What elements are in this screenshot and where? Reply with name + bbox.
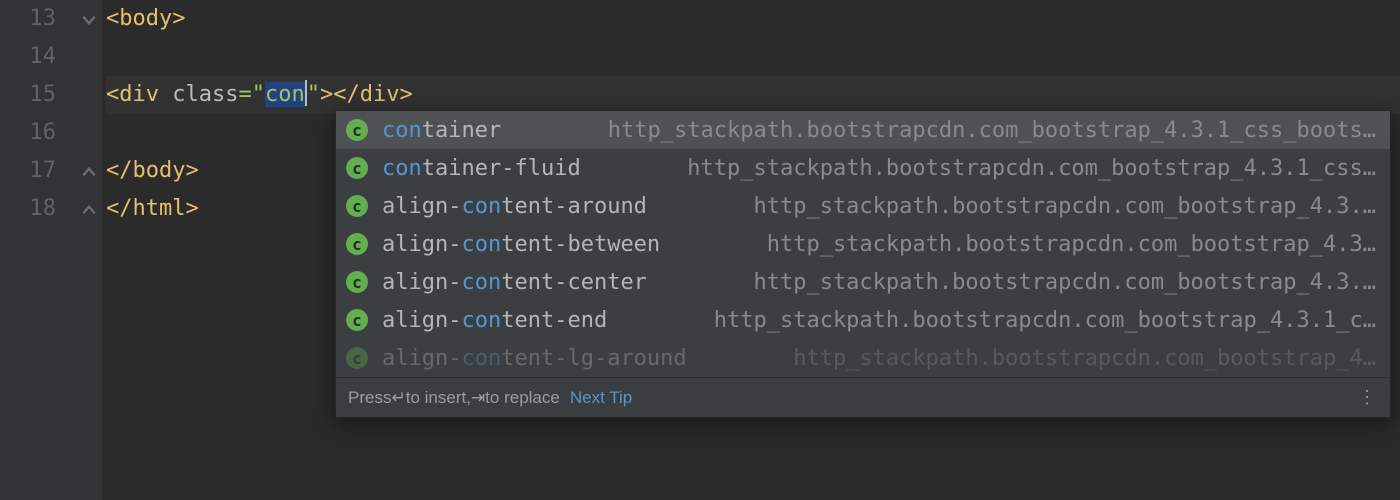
line-number: 16 [0, 114, 78, 152]
completion-popup[interactable]: ccontainerhttp_stackpath.bootstrapcdn.co… [335, 110, 1391, 418]
fold-column [78, 0, 102, 500]
completion-label: align-content-between [382, 232, 660, 257]
fold-open-icon[interactable] [80, 10, 98, 28]
code-line[interactable] [106, 38, 1400, 76]
completion-item[interactable]: c align-content-betweenhttp_stackpath.boo… [336, 225, 1390, 263]
fold-close-icon[interactable] [80, 162, 98, 180]
completion-source: http_stackpath.bootstrapcdn.com_bootstra… [660, 232, 1376, 257]
completion-source: http_stackpath.bootstrapcdn.com_bootstra… [647, 194, 1376, 219]
tag-html-close: </html> [106, 196, 199, 221]
code-editor[interactable]: 13 14 15 16 17 18 <body> <div class="con… [0, 0, 1400, 500]
fold-close-icon[interactable] [80, 200, 98, 218]
tag-body-close: </body> [106, 158, 199, 183]
class-badge-icon: c [346, 347, 368, 369]
equals: = [238, 82, 251, 107]
class-badge-icon: c [346, 119, 368, 141]
completion-source: http_stackpath.bootstrapcdn.com_bootstra… [501, 118, 1376, 143]
footer-text: to insert, [406, 388, 471, 408]
completion-label: align-content-around [382, 194, 647, 219]
tag-div-close: ></div> [320, 82, 413, 107]
class-badge-icon: c [346, 309, 368, 331]
completion-item[interactable]: c container-fluidhttp_stackpath.bootstrap… [336, 149, 1390, 187]
completion-source: http_stackpath.bootstrapcdn.com_bootstra… [687, 346, 1376, 371]
footer-text: to replace [485, 388, 560, 408]
completion-item[interactable]: c align-content-endhttp_stackpath.bootstr… [336, 301, 1390, 339]
code-line-active[interactable]: <div class="con"></div> [106, 76, 1400, 114]
completion-label: container [382, 118, 501, 143]
line-number: 18 [0, 190, 78, 228]
tag-body-open: <body> [106, 6, 185, 31]
tag-div-open: <div [106, 82, 172, 107]
line-number: 13 [0, 0, 78, 38]
completion-label: align-content-end [382, 308, 607, 333]
more-options-icon[interactable]: ⋮ [1358, 387, 1378, 408]
next-tip-link[interactable]: Next Tip [570, 388, 632, 408]
class-badge-icon: c [346, 195, 368, 217]
completion-list[interactable]: ccontainerhttp_stackpath.bootstrapcdn.co… [336, 111, 1390, 377]
line-number: 15 [0, 76, 78, 114]
completion-label: container-fluid [382, 156, 581, 181]
completion-source: http_stackpath.bootstrapcdn.com_bootstra… [581, 156, 1376, 181]
tab-key-icon: ⇥ [471, 388, 485, 408]
class-badge-icon: c [346, 233, 368, 255]
completion-label: align-content-center [382, 270, 647, 295]
line-number: 17 [0, 152, 78, 190]
code-line[interactable]: <body> [106, 0, 1400, 38]
class-badge-icon: c [346, 271, 368, 293]
completion-item[interactable]: c align-content-centerhttp_stackpath.boot… [336, 263, 1390, 301]
footer-text: Press [348, 388, 391, 408]
completion-item[interactable]: c align-content-lg-aroundhttp_stackpath.b… [336, 339, 1390, 377]
attr-class: class [172, 82, 238, 107]
completion-item[interactable]: c containerhttp_stackpath.bootstrapcdn.co… [336, 111, 1390, 149]
enter-key-icon: ↵ [391, 388, 405, 408]
completion-source: http_stackpath.bootstrapcdn.com_bootstra… [607, 308, 1376, 333]
typed-text: con [265, 82, 305, 107]
class-badge-icon: c [346, 157, 368, 179]
gutter: 13 14 15 16 17 18 [0, 0, 78, 500]
code-area[interactable]: <body> <div class="con"></div> </body> <… [102, 0, 1400, 500]
completion-footer: Press ↵ to insert, ⇥ to replace Next Tip… [336, 377, 1390, 417]
quote: " [252, 82, 265, 107]
completion-item[interactable]: c align-content-aroundhttp_stackpath.boot… [336, 187, 1390, 225]
completion-label: align-content-lg-around [382, 346, 687, 371]
line-number: 14 [0, 38, 78, 76]
string-rest: " [307, 82, 320, 107]
completion-source: http_stackpath.bootstrapcdn.com_bootstra… [647, 270, 1376, 295]
